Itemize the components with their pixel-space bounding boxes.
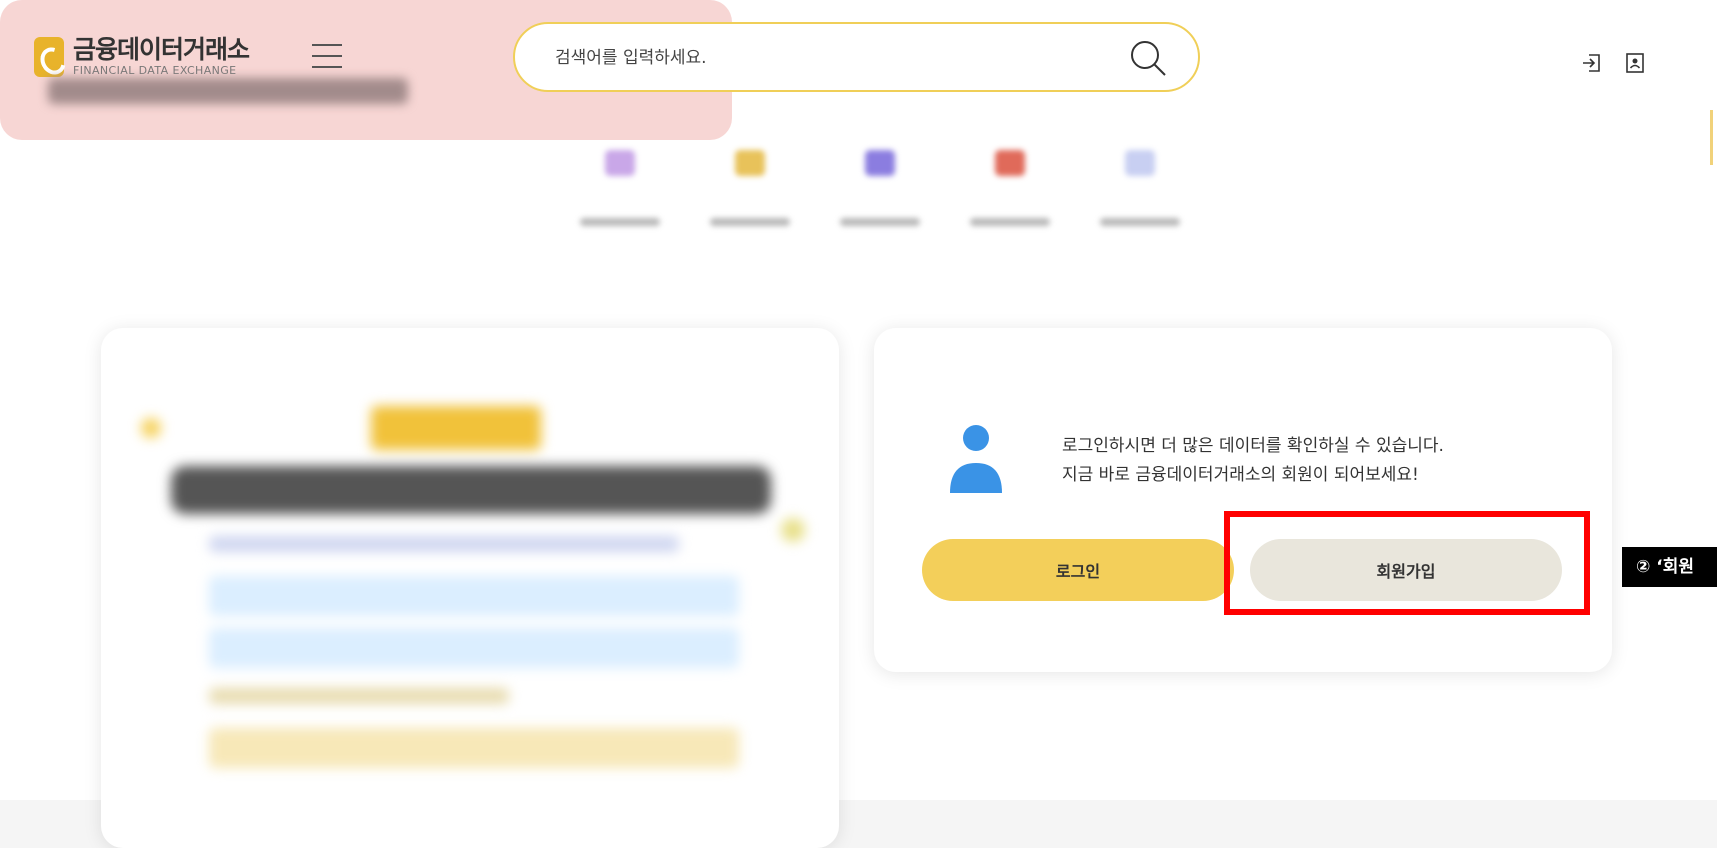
search-bar [513,22,1200,92]
login-icon[interactable] [1580,52,1602,74]
site-logo[interactable]: 금융데이터거래소 FINANCIAL DATA EXCHANGE [34,35,250,78]
quick-menu-icon [605,150,635,176]
promo-banner-image [101,328,839,848]
quick-menu-item[interactable] [1075,150,1205,226]
quick-menu-label [1100,218,1180,226]
annotation-callout: ② ‘회원 [1622,547,1717,587]
notice-card-title [48,78,408,104]
quick-menu-item[interactable] [815,150,945,226]
quick-menu-item[interactable] [555,150,685,226]
login-message-line1: 로그인하시면 더 많은 데이터를 확인하실 수 있습니다. [1062,436,1444,456]
logo-icon [34,37,64,77]
edge-decoration [1710,110,1713,165]
quick-menu-label [710,218,790,226]
login-button[interactable]: 로그인 [922,539,1234,601]
user-avatar-icon [950,425,1002,493]
hamburger-icon[interactable] [312,44,342,68]
login-message-line2: 지금 바로 금융데이터거래소의 회원이 되어보세요! [1062,465,1419,485]
quick-menu-icon [865,150,895,176]
quick-menu-icon [735,150,765,176]
quick-menu-item[interactable] [945,150,1075,226]
logo-text: 금융데이터거래소 FINANCIAL DATA EXCHANGE [73,35,250,78]
quick-menu-item[interactable] [685,150,815,226]
quick-menu-label [580,218,660,226]
promo-card[interactable] [101,328,839,848]
search-input[interactable] [553,42,1117,74]
account-icon[interactable] [1624,52,1646,74]
login-card: 로그인하시면 더 많은 데이터를 확인하실 수 있습니다. 지금 바로 금융데이… [874,328,1612,672]
quick-menu-icon [995,150,1025,176]
quick-menu-icon [1125,150,1155,176]
highlight-box [1224,511,1590,615]
logo-subtitle: FINANCIAL DATA EXCHANGE [73,64,237,77]
login-message: 로그인하시면 더 많은 데이터를 확인하실 수 있습니다. 지금 바로 금융데이… [1062,432,1444,490]
quick-menu [555,150,1205,226]
quick-menu-label [840,218,920,226]
page: 금융데이터거래소 FINANCIAL DATA EXCHANGE 검색어를 입력… [0,0,1717,848]
quick-menu-label [970,218,1050,226]
search-icon[interactable] [1126,36,1170,80]
logo-title: 금융데이터거래소 [73,35,250,64]
